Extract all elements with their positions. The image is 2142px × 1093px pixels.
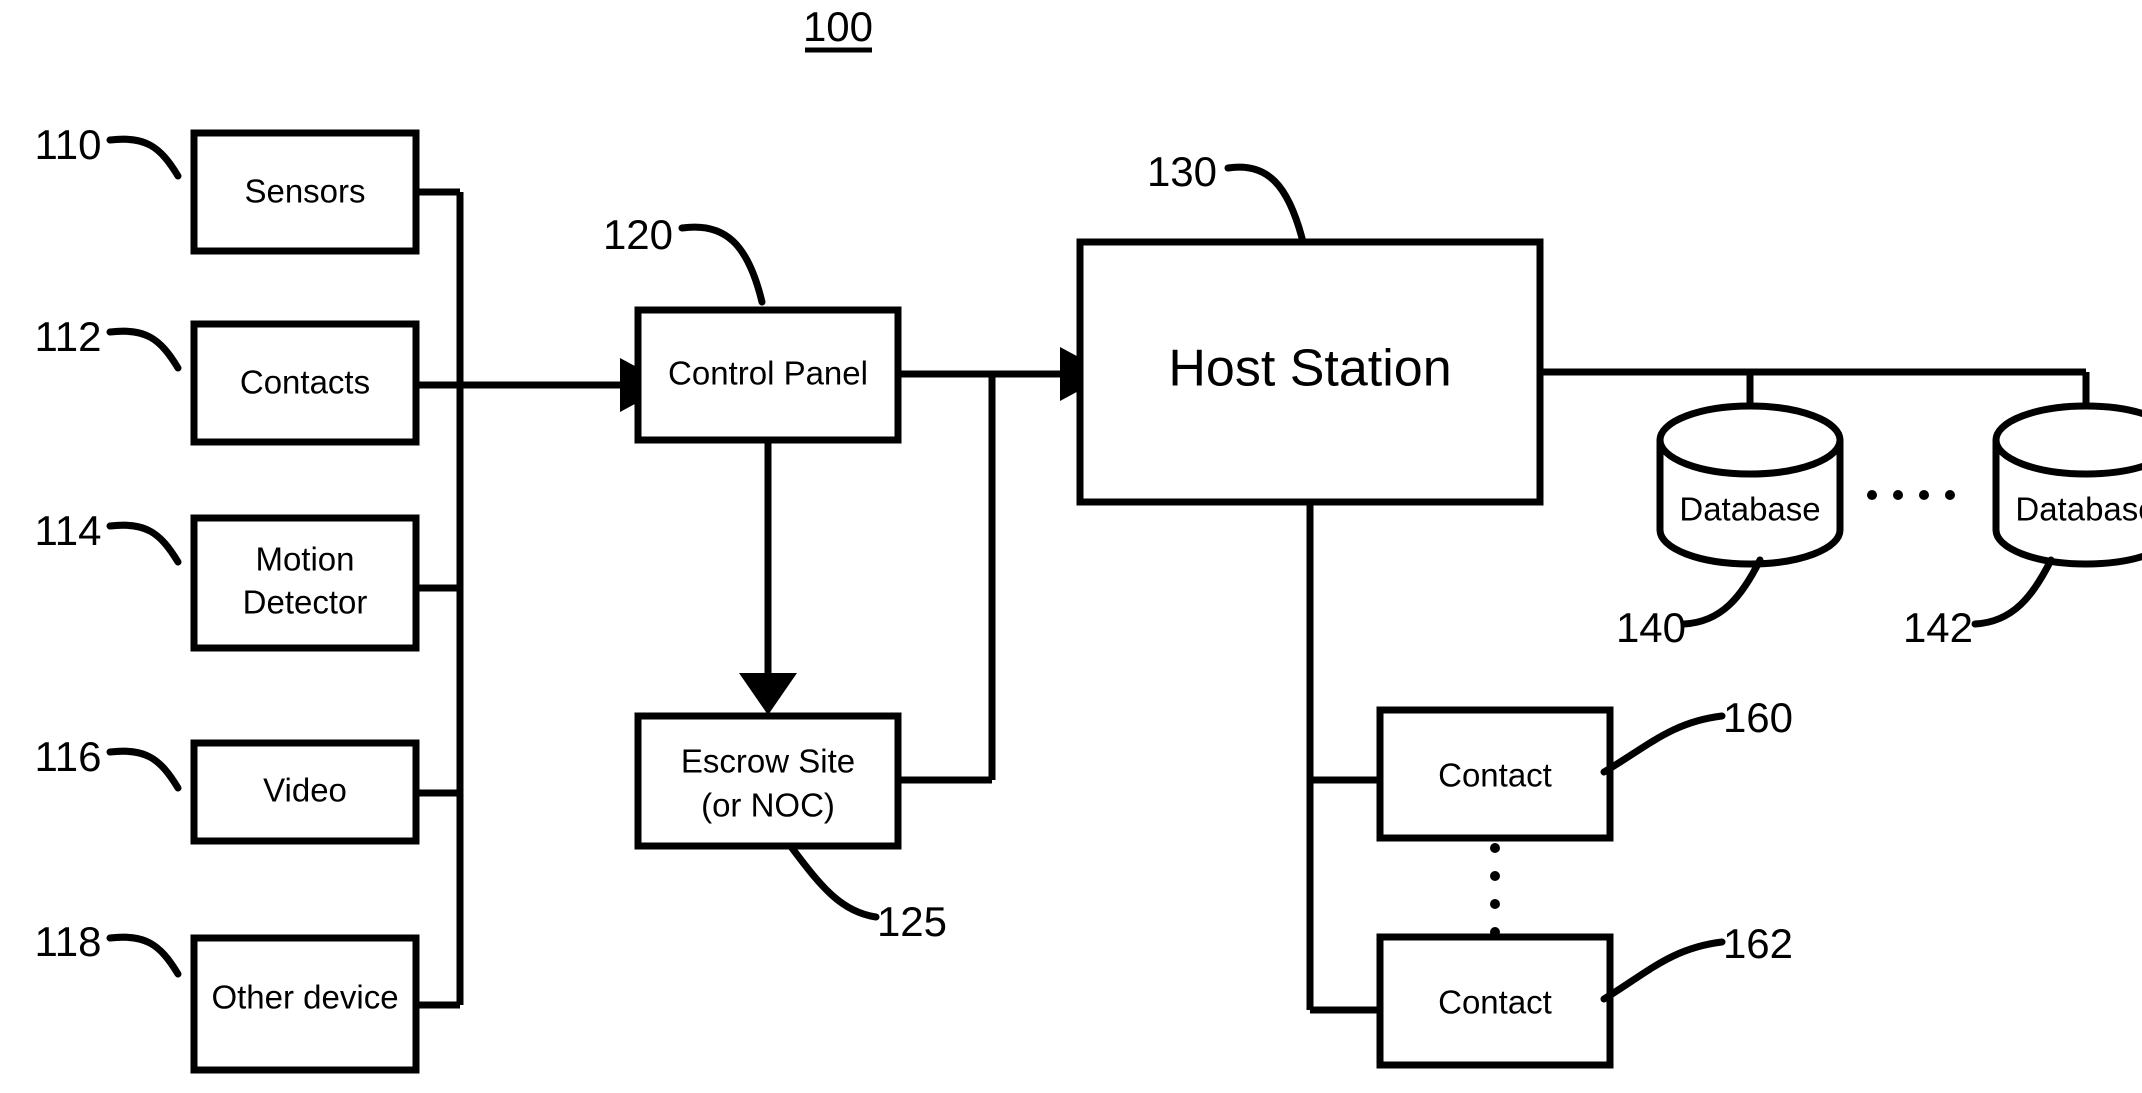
sensors-label: Sensors <box>244 173 365 210</box>
system-block-diagram: 100 Sensors 110 Contacts 112 Motion Dete… <box>35 3 2142 1074</box>
ref-118-group: 118 <box>35 918 182 978</box>
video-label: Video <box>263 772 347 809</box>
database-1-label: Database <box>1679 491 1820 528</box>
block-host-station[interactable]: Host Station <box>1076 238 1544 506</box>
contacts-label: Contacts <box>240 364 370 401</box>
ref-110-group: 110 <box>35 121 182 180</box>
leader-112 <box>106 327 182 372</box>
ellipsis-dot <box>1490 871 1500 881</box>
block-escrow-site[interactable]: Escrow Site (or NOC) <box>634 712 902 850</box>
ref-114-group: 114 <box>35 507 182 566</box>
ref-140-group: 140 <box>1616 556 1764 651</box>
control-panel-label: Control Panel <box>668 355 868 392</box>
contact-1-label: Contact <box>1438 757 1552 794</box>
leader-140 <box>1680 556 1764 628</box>
ref-112: 112 <box>35 313 102 360</box>
ref-162-group: 162 <box>1600 920 1793 1003</box>
ref-118: 118 <box>35 918 102 965</box>
leader-110 <box>106 135 182 180</box>
block-database-1[interactable]: Database <box>1656 402 1844 568</box>
ref-120-group: 120 <box>603 211 766 306</box>
leader-114 <box>106 521 182 566</box>
leader-125 <box>788 844 880 921</box>
ellipsis-dot <box>1919 490 1929 500</box>
ref-130-group: 130 <box>1147 148 1306 242</box>
ref-142-group: 142 <box>1903 556 2055 651</box>
leader-160 <box>1600 712 1726 776</box>
leader-118 <box>106 933 182 978</box>
ellipsis-dot <box>1945 490 1955 500</box>
ref-116: 116 <box>35 733 102 780</box>
database-2-cylinder-top[interactable] <box>1992 402 2142 478</box>
block-other-device[interactable]: Other device <box>190 934 420 1074</box>
ref-160: 160 <box>1723 694 1793 741</box>
block-sensors[interactable]: Sensors <box>190 129 420 255</box>
ref-142: 142 <box>1903 604 1973 651</box>
block-control-panel[interactable]: Control Panel <box>634 306 902 444</box>
figure-canvas: 100 Sensors 110 Contacts 112 Motion Dete… <box>0 0 2142 1093</box>
ellipsis-dot <box>1490 843 1500 853</box>
ref-110: 110 <box>35 121 102 168</box>
host-station-label: Host Station <box>1168 340 1451 398</box>
ref-125: 125 <box>877 898 947 945</box>
leader-116 <box>106 747 182 792</box>
block-contacts[interactable]: Contacts <box>190 320 420 446</box>
ref-114: 114 <box>35 507 102 554</box>
ellipsis-dot <box>1490 899 1500 909</box>
block-video[interactable]: Video <box>190 739 420 845</box>
database-1-cylinder-top[interactable] <box>1656 402 1844 478</box>
contacts-ellipsis <box>1490 843 1500 937</box>
block-contact-1[interactable]: Contact <box>1376 706 1614 842</box>
arrowhead-into-escrow-site <box>739 673 797 715</box>
leader-162 <box>1600 938 1726 1003</box>
block-contact-2[interactable]: Contact <box>1376 933 1614 1069</box>
figure-number-group: 100 <box>803 3 873 53</box>
ref-162: 162 <box>1723 920 1793 967</box>
block-database-2[interactable]: Database <box>1992 402 2142 568</box>
ref-116-group: 116 <box>35 733 182 792</box>
ellipsis-dot <box>1490 927 1500 937</box>
escrow-site-label-line2: (or NOC) <box>701 787 835 824</box>
motion-detector-label-line2: Detector <box>243 584 368 621</box>
ellipsis-dot <box>1867 490 1877 500</box>
database-2-label: Database <box>2015 491 2142 528</box>
motion-detector-label-line1: Motion <box>255 541 354 578</box>
ref-120: 120 <box>603 211 673 258</box>
block-motion-detector[interactable]: Motion Detector <box>190 514 420 652</box>
ellipsis-dot <box>1893 490 1903 500</box>
ref-160-group: 160 <box>1600 694 1793 776</box>
leader-130 <box>1224 163 1306 242</box>
contact-2-label: Contact <box>1438 984 1552 1021</box>
figure-number: 100 <box>803 3 873 50</box>
escrow-site-label-line1: Escrow Site <box>681 743 855 780</box>
other-device-label: Other device <box>211 979 398 1016</box>
escrow-site-box[interactable] <box>634 712 902 850</box>
databases-ellipsis <box>1867 490 1955 500</box>
ref-125-group: 125 <box>788 844 947 945</box>
ref-140: 140 <box>1616 604 1686 651</box>
ref-112-group: 112 <box>35 313 182 372</box>
leader-120 <box>678 223 766 306</box>
ref-130: 130 <box>1147 148 1217 195</box>
leader-142 <box>1971 556 2055 628</box>
